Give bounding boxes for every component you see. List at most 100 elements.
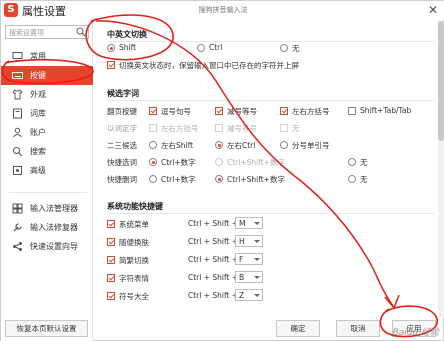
option-label: 减号等号: [227, 124, 257, 133]
page-key-minus-equal-checkbox[interactable]: [215, 107, 223, 115]
section-divider: [107, 41, 435, 42]
quick-delete-radio-ctrl-shift-num[interactable]: [215, 175, 223, 183]
sidebar-tool-ime-repair[interactable]: 输入法修复器: [1, 218, 93, 237]
row-label-quick-select: 快捷选词: [107, 158, 137, 167]
grid-icon: [12, 203, 23, 214]
option-label: Ctrl+Shift+数字: [227, 175, 285, 184]
hotkey-label: 简繁切换: [119, 256, 149, 265]
switch-radio-shift[interactable]: [107, 44, 115, 52]
quick-delete-radio-ctrl-num[interactable]: [149, 175, 157, 183]
switch-radio-ctrl[interactable]: [197, 44, 205, 52]
close-button[interactable]: ✕: [425, 2, 441, 18]
second-third-radio-semicolon[interactable]: [280, 141, 288, 149]
cancel-button[interactable]: 取消: [336, 320, 380, 337]
section-divider: [107, 100, 435, 101]
quick-delete-radio-none[interactable]: [348, 175, 356, 183]
sidebar-item-label: 词库: [30, 109, 46, 118]
hotkey-key-value: M: [239, 219, 246, 228]
hotkey-prefix: Ctrl + Shift +: [188, 219, 239, 228]
sidebar: 搜索设置项 常用 按键 外观 词库 账户 搜索 高级 输入法管理器 输入法修复器…: [1, 20, 93, 341]
sidebar-item-label: 外观: [30, 90, 46, 99]
sidebar-tool-ime-manager[interactable]: 输入法管理器: [1, 199, 93, 218]
option-label: Ctrl+Shift+数字: [227, 158, 285, 167]
keep-input-checkbox[interactable]: [107, 61, 115, 69]
hotkey-label: 随便换肤: [119, 238, 149, 247]
hotkey-random-skin-checkbox[interactable]: [107, 238, 115, 246]
option-label: Ctrl+数字: [161, 175, 196, 184]
sidebar-item-search[interactable]: 搜索: [1, 142, 93, 161]
wrench-icon: [13, 223, 22, 232]
restore-defaults-button[interactable]: 恢复本页默认设置: [5, 320, 88, 337]
hotkey-prefix: Ctrl + Shift +: [188, 273, 239, 282]
search-icon: [13, 147, 23, 157]
quick-select-radio-none[interactable]: [348, 158, 356, 166]
hotkey-key-value: B: [239, 273, 245, 282]
gear-icon: [13, 166, 22, 175]
hotkey-emoticon-checkbox[interactable]: [107, 274, 115, 282]
section-title-switch: 中英文切换: [107, 30, 147, 39]
hotkey-label: 符号大全: [119, 292, 149, 301]
word-char-minus-equal-checkbox[interactable]: [215, 124, 223, 132]
hotkey-simp-trad-checkbox[interactable]: [107, 256, 115, 264]
option-label: 分号单引号: [292, 141, 330, 150]
sidebar-item-appearance[interactable]: 外观: [1, 85, 93, 104]
page-key-comma-period-checkbox[interactable]: [149, 107, 157, 115]
quick-select-radio-ctrl-num[interactable]: [149, 158, 157, 166]
sidebar-item-label: 输入法管理器: [30, 204, 78, 213]
option-label: 减号等号: [227, 107, 257, 116]
user-icon: [13, 127, 22, 138]
hotkey-system-menu-select[interactable]: M: [235, 217, 263, 229]
hotkey-prefix: Ctrl + Shift +: [188, 237, 239, 246]
sidebar-item-label: 高级: [30, 166, 46, 175]
second-third-radio-ctrl[interactable]: [215, 141, 223, 149]
keep-input-label: 切换英文状态时，保留输入窗口中已存在的字符并上屏: [119, 61, 299, 70]
search-icon[interactable]: [76, 27, 86, 37]
sidebar-item-keys[interactable]: 按键: [1, 66, 93, 85]
hotkey-key-value: Z: [239, 291, 245, 300]
hotkey-symbols-checkbox[interactable]: [107, 292, 115, 300]
page-key-shift-tab-checkbox[interactable]: [348, 107, 356, 115]
quick-select-radio-ctrl-shift-num[interactable]: [215, 158, 223, 166]
sidebar-item-label: 搜索: [30, 147, 46, 156]
word-char-none-checkbox[interactable]: [280, 124, 288, 132]
sidebar-item-label: 输入法修复器: [30, 223, 78, 232]
switch-radio-none[interactable]: [280, 44, 288, 52]
hotkey-symbols-select[interactable]: Z: [235, 289, 263, 301]
chevron-down-icon: [254, 222, 260, 225]
hotkey-simp-trad-select[interactable]: F: [235, 253, 263, 265]
keyboard-icon: [12, 72, 23, 79]
sidebar-item-common[interactable]: 常用: [1, 47, 93, 66]
scrollbar[interactable]: [438, 21, 444, 317]
hotkey-random-skin-select[interactable]: H: [235, 235, 263, 247]
settings-search-input[interactable]: 搜索设置项: [5, 25, 89, 39]
close-icon: ✕: [427, 3, 439, 17]
section-title-hotkeys: 系统功能快捷键: [107, 202, 163, 211]
share-icon: [13, 242, 22, 251]
ok-button[interactable]: 确定: [276, 320, 320, 337]
chevron-down-icon: [254, 276, 260, 279]
switch-option-label: Ctrl: [209, 43, 223, 52]
second-third-radio-shift[interactable]: [149, 141, 157, 149]
chevron-down-icon: [254, 294, 260, 297]
row-label-word-to-char: 以词定字: [107, 124, 137, 133]
hotkey-system-menu-checkbox[interactable]: [107, 220, 115, 228]
sidebar-tool-quick-setup[interactable]: 快速设置向导: [1, 237, 93, 256]
sidebar-item-label: 按键: [30, 71, 46, 80]
page-key-brackets-checkbox[interactable]: [280, 107, 288, 115]
row-label-page-keys: 翻页按键: [107, 107, 137, 116]
sidebar-item-lexicon[interactable]: 词库: [1, 104, 93, 123]
scrollbar-thumb[interactable]: [438, 21, 444, 141]
sidebar-item-account[interactable]: 账户: [1, 123, 93, 142]
option-label: 左右Ctrl: [227, 141, 256, 150]
sidebar-item-label: 常用: [30, 52, 46, 61]
row-label-second-third: 二三候选: [107, 141, 137, 150]
search-placeholder: 搜索设置项: [9, 29, 44, 37]
monitor-icon: [12, 52, 23, 61]
option-label: 左右方括号: [292, 107, 330, 116]
section-title-candidates: 候选字词: [107, 89, 139, 98]
hotkey-emoticon-select[interactable]: B: [235, 271, 263, 283]
switch-option-label: Shift: [119, 43, 137, 52]
word-char-brackets-checkbox[interactable]: [149, 124, 157, 132]
switch-option-label: 无: [292, 44, 300, 53]
sidebar-item-advanced[interactable]: 高级: [1, 161, 93, 180]
